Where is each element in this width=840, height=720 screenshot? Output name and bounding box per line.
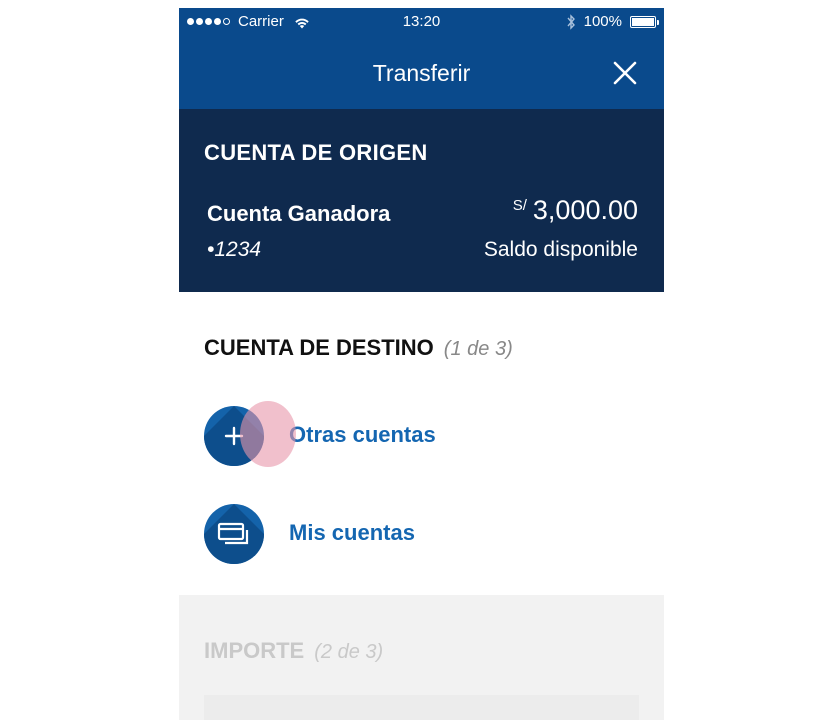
battery-icon [630,15,659,28]
touch-indicator [240,401,296,467]
origin-balance: S/3,000.00 [513,195,638,226]
close-icon [613,61,637,85]
amount-step: (2 de 3) [314,641,384,663]
balance-amount: 3,000.00 [532,195,638,225]
origin-account-number: •1234 [207,238,262,261]
amount-heading-text: IMPORTE [204,638,305,663]
bluetooth-icon [566,13,576,30]
option-label: Mis cuentas [289,520,415,545]
destination-heading: CUENTA DE DESTINO (1 de 3) [204,335,513,361]
origin-account-card: CUENTA DE ORIGEN Cuenta Ganadora •1234 S… [179,109,664,292]
status-right: 100% [566,13,659,30]
nav-bar: Transferir [179,36,664,109]
phone-screen: Carrier 13:20 100% Transferir CUENTA DE … [179,8,664,720]
destination-heading-text: CUENTA DE DESTINO [204,335,434,360]
option-icon-circle [204,504,264,564]
destination-step: (1 de 3) [443,338,513,360]
status-bar: Carrier 13:20 100% [179,8,664,36]
option-label: Otras cuentas [289,422,436,447]
amount-field [204,695,639,720]
origin-heading: CUENTA DE ORIGEN [204,140,428,165]
battery-percent: 100% [583,13,622,30]
origin-account-name: Cuenta Ganadora [207,201,391,226]
amount-heading: IMPORTE (2 de 3) [204,638,383,664]
cards-icon [217,522,249,545]
amount-section: IMPORTE (2 de 3) [179,595,664,720]
currency-symbol: S/ [512,197,527,214]
page-title: Transferir [372,60,471,86]
option-mis-cuentas[interactable]: Mis cuentas [204,504,624,566]
close-button[interactable] [612,60,638,86]
balance-label: Saldo disponible [483,238,638,261]
